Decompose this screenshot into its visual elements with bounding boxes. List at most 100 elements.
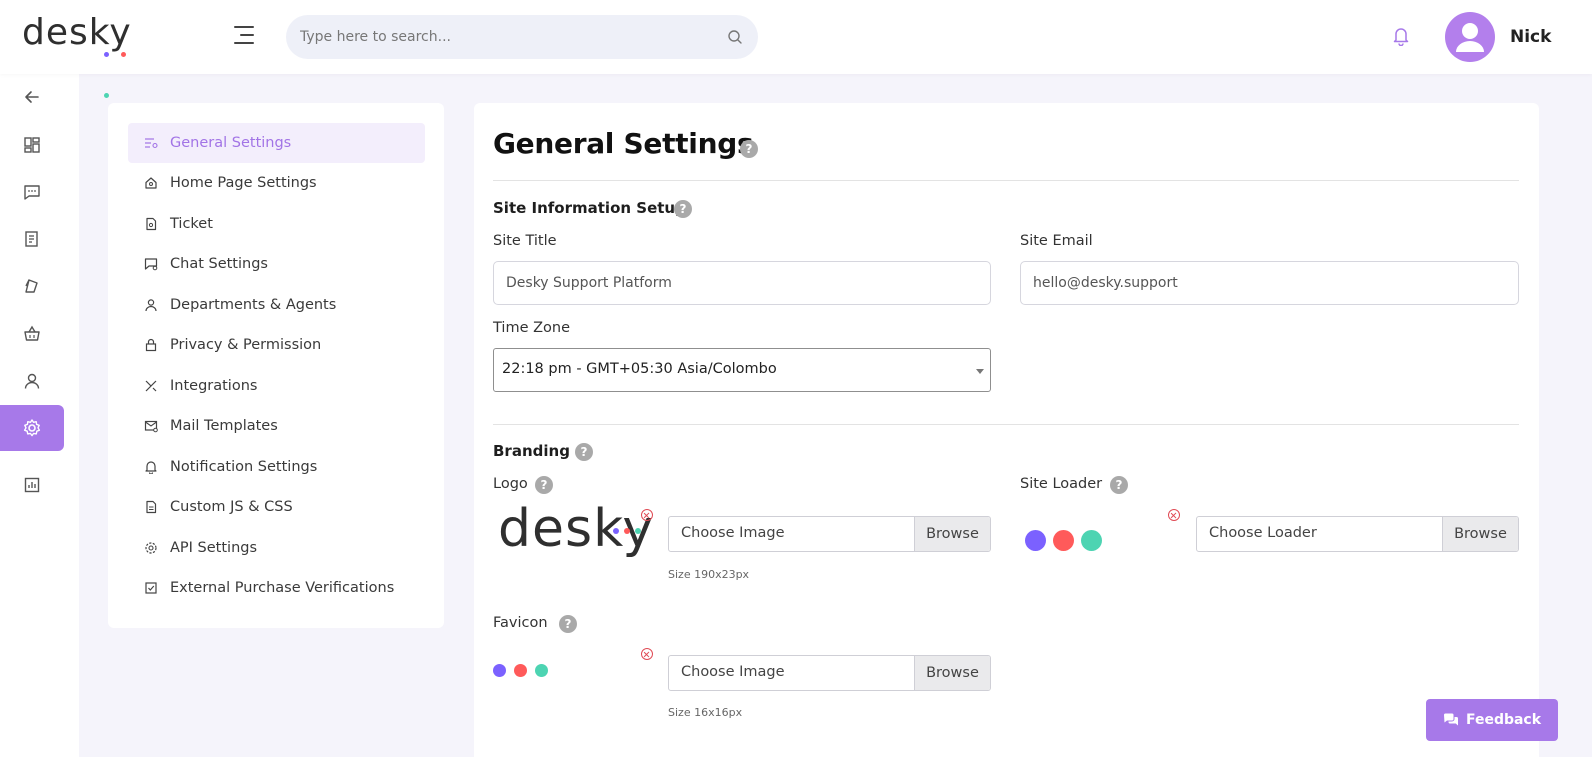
settings-list-icon [144, 136, 158, 150]
favicon-size-note: Size 16x16px [668, 706, 743, 719]
favicon-preview [493, 662, 549, 681]
divider [493, 424, 1519, 425]
browse-button[interactable]: Browse [914, 517, 990, 551]
branding-section-title: Branding [493, 442, 570, 460]
chat-settings-icon [144, 257, 158, 271]
remove-logo-icon[interactable] [641, 509, 653, 521]
lock-icon [144, 338, 158, 352]
help-icon[interactable]: ? [740, 140, 758, 158]
favicon-file-input[interactable]: Choose Image Browse [668, 655, 991, 691]
basket-icon [24, 325, 40, 341]
remove-favicon-icon[interactable] [641, 648, 653, 660]
left-rail [0, 74, 79, 757]
search-icon[interactable] [727, 29, 743, 45]
nav-api-settings[interactable]: API Settings [128, 528, 425, 568]
nav-privacy-permission[interactable]: Privacy & Permission [128, 325, 425, 365]
menu-toggle-icon[interactable] [234, 26, 254, 44]
bell-icon [144, 460, 158, 474]
rail-tickets[interactable] [0, 216, 64, 262]
timezone-value: 22:18 pm - GMT+05:30 Asia/Colombo [502, 361, 777, 377]
nav-home-page-settings[interactable]: Home Page Settings [128, 163, 425, 203]
logo-preview: desky [498, 499, 653, 569]
browse-button[interactable]: Browse [1442, 517, 1518, 551]
nav-custom-js-css[interactable]: Custom JS & CSS [128, 487, 425, 527]
back-arrow-icon [25, 91, 39, 103]
feedback-button[interactable]: Feedback [1426, 699, 1558, 741]
feedback-label: Feedback [1465, 712, 1542, 728]
nav-mail-templates[interactable]: Mail Templates [128, 406, 425, 446]
nav-ticket[interactable]: Ticket [128, 204, 425, 244]
remove-loader-icon[interactable] [1168, 509, 1180, 521]
divider [493, 180, 1519, 181]
site-loader-label: Site Loader [1020, 476, 1103, 492]
logo-file-input[interactable]: Choose Image Browse [668, 516, 991, 552]
help-icon[interactable]: ? [674, 200, 692, 218]
check-box-icon [144, 581, 158, 595]
timezone-select[interactable]: 22:18 pm - GMT+05:30 Asia/Colombo [493, 348, 991, 392]
mail-icon [144, 419, 158, 433]
settings-nav: General Settings Home Page Settings Tick… [108, 103, 444, 628]
logo-size-note: Size 190x23px [668, 568, 750, 581]
nav-integrations[interactable]: Integrations [128, 366, 425, 406]
user-icon [24, 373, 40, 389]
nav-label: Ticket [170, 216, 213, 232]
site-title-input[interactable] [493, 261, 991, 305]
file-input-text: Choose Image [681, 525, 785, 541]
nav-external-purchase-verifications[interactable]: External Purchase Verifications [128, 568, 425, 608]
agent-icon [144, 298, 158, 312]
desky-logo[interactable]: desky [22, 12, 132, 98]
help-icon[interactable]: ? [535, 476, 553, 494]
code-file-icon [144, 500, 158, 514]
nav-label: Chat Settings [170, 256, 268, 272]
search-bar [286, 15, 758, 59]
loader-preview [1025, 530, 1103, 555]
rail-tags[interactable] [0, 263, 64, 309]
gear-small-icon [144, 541, 158, 555]
bell-icon[interactable] [1392, 26, 1410, 46]
browse-button[interactable]: Browse [914, 656, 990, 690]
chat-icon [24, 185, 40, 200]
nav-chat-settings[interactable]: Chat Settings [128, 244, 425, 284]
rail-back[interactable] [0, 74, 64, 120]
rail-settings[interactable] [0, 405, 64, 451]
nav-label: Departments & Agents [170, 297, 337, 313]
help-icon[interactable]: ? [1110, 476, 1128, 494]
nav-general-settings[interactable]: General Settings [128, 123, 425, 163]
rail-users[interactable] [0, 358, 64, 404]
page-title: General Settings [493, 127, 754, 160]
nav-label: External Purchase Verifications [170, 580, 395, 596]
site-email-input[interactable] [1020, 261, 1519, 305]
user-silhouette-icon [1456, 23, 1484, 52]
help-icon[interactable]: ? [559, 615, 577, 633]
home-icon [144, 176, 158, 190]
nav-label: Privacy & Permission [170, 337, 322, 353]
top-header: desky Nick [0, 0, 1592, 98]
reports-icon [24, 477, 40, 493]
dashboard-icon [24, 137, 40, 153]
site-email-label: Site Email [1020, 233, 1093, 249]
nav-label: Home Page Settings [170, 175, 317, 191]
favicon-label: Favicon [493, 615, 548, 631]
ticket-icon [144, 217, 158, 231]
nav-label: General Settings [170, 135, 292, 151]
loader-file-input[interactable]: Choose Loader Browse [1196, 516, 1519, 552]
logo-preview-dots [613, 519, 642, 538]
rail-basket[interactable] [0, 311, 64, 357]
rail-chat[interactable] [0, 169, 64, 215]
rail-dashboard[interactable] [0, 122, 64, 168]
help-icon[interactable]: ? [575, 443, 593, 461]
avatar[interactable] [1445, 12, 1495, 62]
nav-departments-agents[interactable]: Departments & Agents [128, 285, 425, 325]
nav-notification-settings[interactable]: Notification Settings [128, 447, 425, 487]
rail-reports[interactable] [0, 462, 64, 508]
general-settings-panel: General Settings ? Site Information Setu… [474, 103, 1539, 757]
user-name[interactable]: Nick [1510, 27, 1551, 47]
file-input-text: Choose Image [681, 664, 785, 680]
ticket-list-icon [25, 231, 38, 247]
comments-icon [1443, 713, 1458, 726]
site-title-label: Site Title [493, 233, 557, 249]
nav-label: API Settings [170, 540, 258, 556]
search-input[interactable] [300, 26, 700, 48]
file-input-text: Choose Loader [1209, 525, 1317, 541]
gear-icon [23, 419, 41, 437]
